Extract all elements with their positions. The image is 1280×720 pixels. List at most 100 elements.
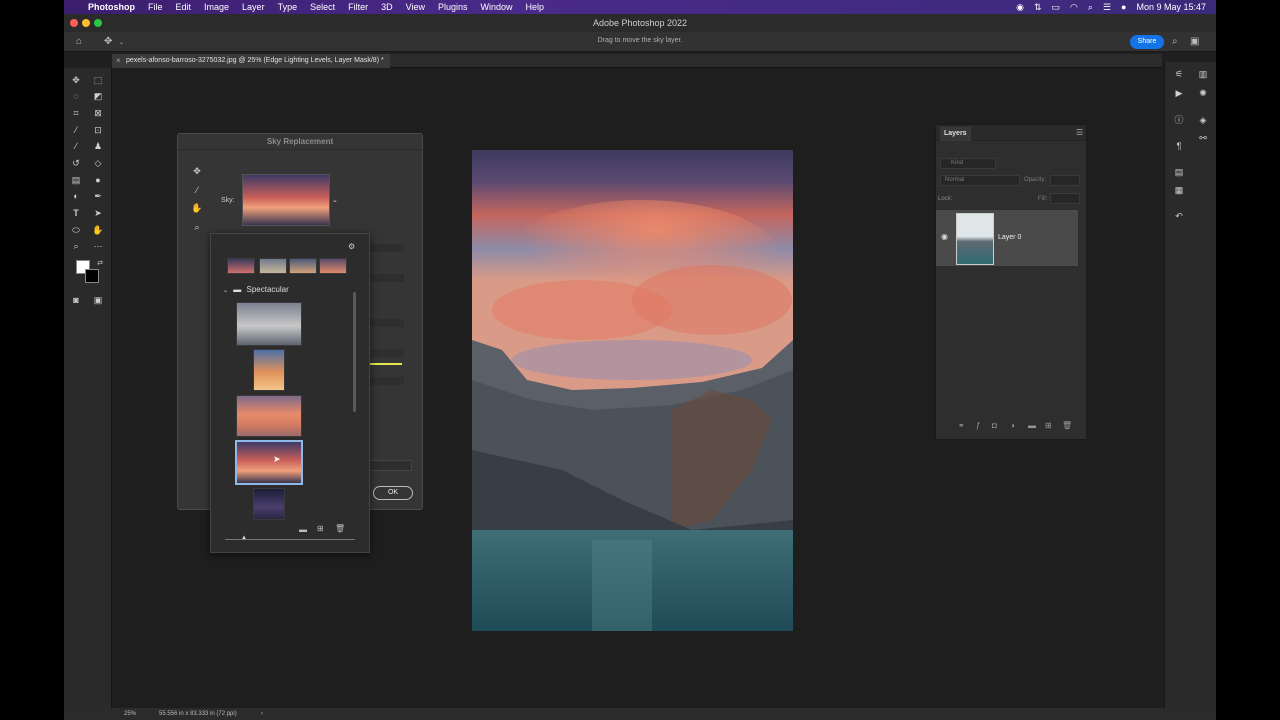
path-select-tool-icon[interactable]: ➤ [92, 207, 104, 219]
menu-help[interactable]: Help [526, 2, 545, 12]
eyedropper-tool-icon[interactable]: ⁄ [70, 124, 82, 136]
stamp-tool-icon[interactable]: ♟ [92, 140, 104, 152]
close-icon[interactable]: × [116, 54, 121, 68]
patch-tool-icon[interactable]: ⊡ [92, 124, 104, 136]
lasso-tool-icon[interactable]: ◌ [70, 90, 82, 102]
new-preset-icon[interactable]: ⊞ [317, 524, 324, 533]
actions-play-icon[interactable]: ▶ [1173, 87, 1185, 99]
hand-tool-icon[interactable]: ✋ [92, 224, 104, 236]
workspace-icon[interactable]: ▣ [1190, 37, 1199, 47]
zoom-tool-icon[interactable]: ⌕ [70, 240, 82, 252]
menu-plugins[interactable]: Plugins [438, 2, 468, 12]
search-icon[interactable]: ⌕ [1088, 2, 1093, 13]
history-brush-icon[interactable]: ↺ [70, 157, 82, 169]
layers-panel-icon[interactable]: ▤ [1173, 166, 1185, 178]
recent-sky-thumb[interactable] [319, 258, 347, 274]
blend-mode-select[interactable]: Normal [940, 175, 1020, 186]
sync-icon[interactable]: ⇅ [1034, 2, 1042, 13]
siri-icon[interactable]: ● [1121, 2, 1126, 12]
sky-preset-thumb-selected[interactable]: ➤ [235, 440, 303, 485]
gradient-tool-icon[interactable]: ▤ [70, 174, 82, 186]
adjustments-icon[interactable]: ✺ [1197, 87, 1209, 99]
slider-track-2[interactable] [368, 274, 404, 282]
zoom-window-icon[interactable] [94, 19, 102, 27]
layer-name[interactable]: Layer 0 [998, 234, 1021, 241]
recent-sky-thumb[interactable] [227, 258, 255, 274]
slider-track-1[interactable] [368, 244, 404, 252]
minimize-window-icon[interactable] [82, 19, 90, 27]
paragraph-icon[interactable]: ¶ [1173, 140, 1185, 152]
opacity-field[interactable] [1050, 175, 1080, 186]
wifi-icon[interactable]: ◠ [1070, 2, 1078, 13]
chevron-right-icon[interactable]: › [261, 708, 263, 720]
document-canvas-image[interactable] [472, 150, 793, 631]
kind-filter[interactable]: Kind [940, 158, 996, 169]
group-icon[interactable]: ▬ [1028, 421, 1036, 430]
fill-field[interactable] [1050, 193, 1080, 204]
new-folder-icon[interactable]: ▬ [299, 525, 307, 534]
chevron-down-icon[interactable]: ⌄ [223, 288, 228, 294]
menu-layer[interactable]: Layer [242, 2, 265, 12]
blur-tool-icon[interactable]: ● [92, 174, 104, 186]
settings-gear-icon[interactable]: ⚙ [348, 242, 355, 251]
background-color-swatch[interactable] [85, 269, 99, 283]
more-tools-icon[interactable]: ⋯ [92, 240, 104, 252]
brush-tool-icon[interactable]: ∕ [70, 140, 82, 152]
panel-menu-icon[interactable]: ☰ [1076, 128, 1083, 137]
document-tab[interactable]: × pexels-afonso-barroso-3275032.jpg @ 25… [112, 54, 390, 68]
mask-icon[interactable]: ◘ [992, 421, 997, 430]
layers-tab[interactable]: Layers [940, 127, 971, 141]
recent-sky-thumb[interactable] [289, 258, 317, 274]
sky-preset-thumb[interactable] [236, 395, 302, 437]
sky-preset-thumb[interactable] [253, 349, 285, 391]
ok-button[interactable]: OK [373, 486, 413, 500]
sky-move-tool-icon[interactable]: ✥ [191, 165, 203, 177]
history-icon[interactable]: ↶ [1173, 210, 1185, 222]
eraser-tool-icon[interactable]: ◇ [92, 157, 104, 169]
search-icon[interactable]: ⌕ [1172, 37, 1178, 47]
fx-icon[interactable]: ƒ [976, 421, 980, 430]
new-layer-icon[interactable]: ⊞ [1045, 421, 1052, 430]
close-window-icon[interactable] [70, 19, 78, 27]
recent-sky-thumb[interactable] [259, 258, 287, 274]
shape-tool-icon[interactable]: ⬭ [70, 224, 82, 236]
menu-filter[interactable]: Filter [348, 2, 368, 12]
menubar-datetime[interactable]: Mon 9 May 15:47 [1136, 2, 1206, 12]
zoom-level[interactable]: 25% [124, 708, 136, 720]
menu-window[interactable]: Window [481, 2, 513, 12]
sky-dropdown-icon[interactable]: ⌄ [332, 196, 338, 204]
object-select-tool-icon[interactable]: ◩ [92, 90, 104, 102]
visibility-eye-icon[interactable]: ◉ [941, 232, 948, 241]
swap-colors-icon[interactable]: ⇄ [94, 258, 106, 270]
type-tool-icon[interactable]: T [70, 207, 82, 219]
properties-icon[interactable]: ⚟ [1173, 68, 1185, 80]
menu-image[interactable]: Image [204, 2, 229, 12]
highlight-slider[interactable] [370, 363, 402, 365]
frame-tool-icon[interactable]: ⊠ [92, 107, 104, 119]
presets-scrollbar[interactable] [353, 292, 356, 412]
delete-icon[interactable]: 🗑 [335, 524, 345, 533]
crop-tool-icon[interactable]: ⌗ [70, 107, 82, 119]
menu-select[interactable]: Select [310, 2, 335, 12]
battery-icon[interactable]: ▭ [1052, 2, 1061, 13]
sky-preset-preview[interactable] [242, 174, 330, 226]
screen-mode-icon[interactable]: ▣ [92, 294, 104, 306]
creative-cloud-icon[interactable]: ◉ [1016, 2, 1024, 13]
sky-preset-thumb[interactable] [236, 302, 302, 346]
dodge-tool-icon[interactable]: ◐ [70, 190, 82, 202]
quick-mask-icon[interactable]: ◙ [70, 294, 82, 306]
menu-app[interactable]: Photoshop [88, 2, 135, 12]
slider-track-3[interactable] [368, 319, 404, 327]
menu-file[interactable]: File [148, 2, 163, 12]
menu-view[interactable]: View [406, 2, 425, 12]
slider-track-5[interactable] [368, 377, 404, 385]
zoom-tool-icon[interactable]: ⌕ [191, 221, 203, 233]
delete-icon[interactable]: 🗑 [1062, 421, 1072, 430]
paths-icon[interactable]: ⚯ [1197, 132, 1209, 144]
adjustment-icon[interactable]: ◑ [1010, 421, 1015, 430]
notes-icon[interactable]: ▦ [1173, 184, 1185, 196]
share-button[interactable]: Share [1130, 35, 1164, 49]
info-icon[interactable]: ⓘ [1173, 114, 1185, 126]
menu-type[interactable]: Type [278, 2, 298, 12]
slider-track-4[interactable] [368, 349, 404, 357]
